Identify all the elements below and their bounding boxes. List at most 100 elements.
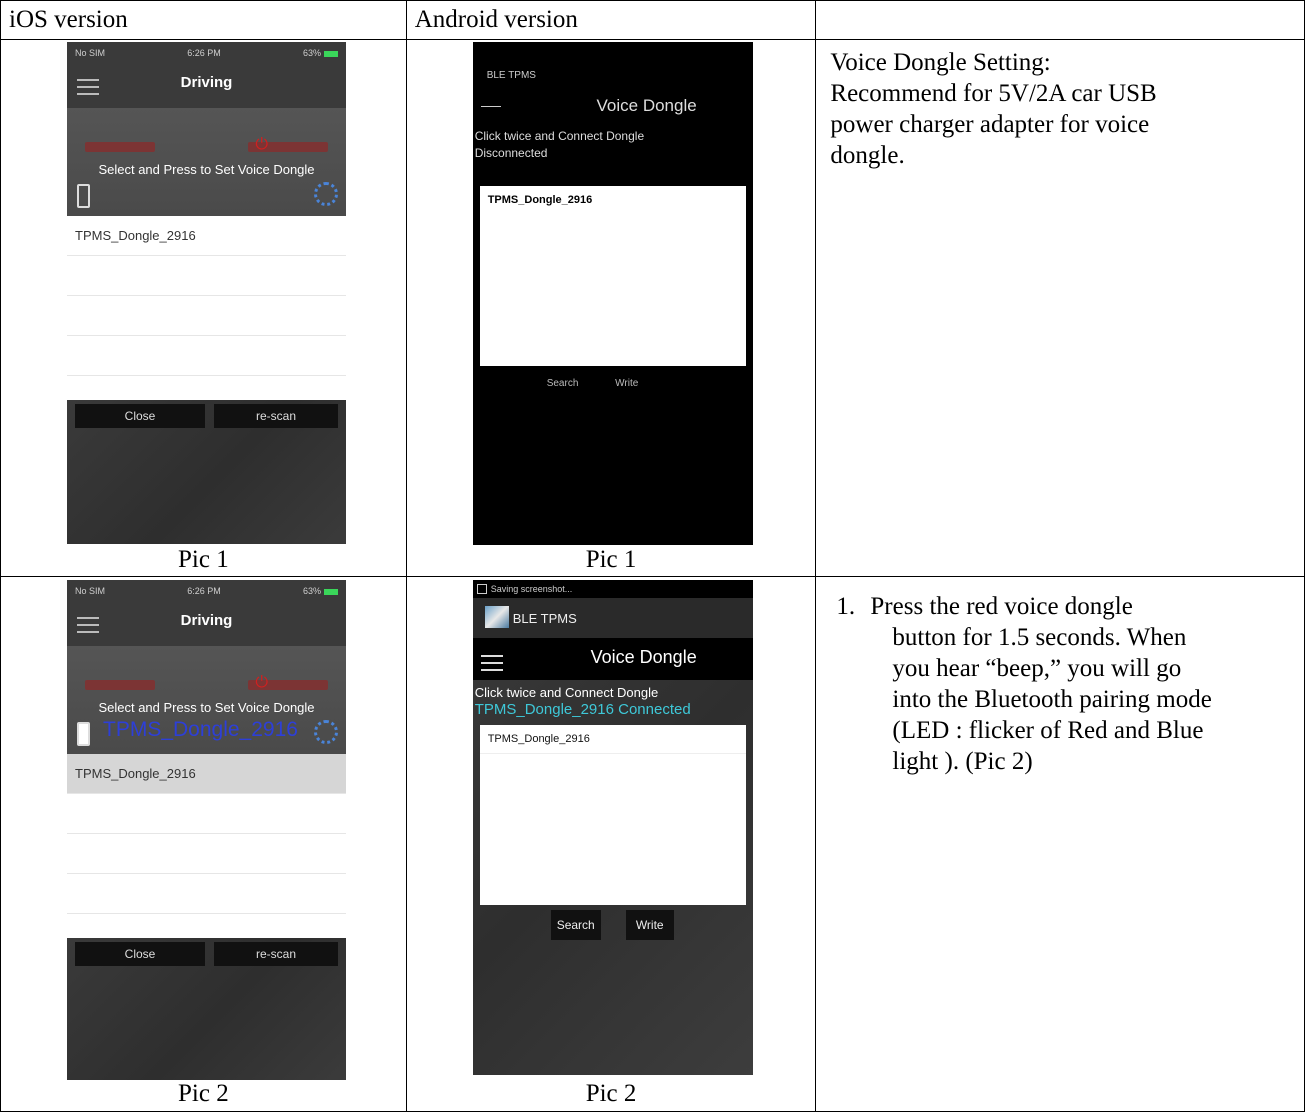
nav-bar: Driving [67, 64, 346, 108]
red-indicator-left [85, 142, 155, 152]
device-list: TPMS_Dongle_2916 [67, 754, 346, 938]
header-android: Android version [405, 0, 817, 40]
list-item-empty [67, 336, 346, 376]
select-dongle-text: Select and Press to Set Voice Dongle [98, 162, 315, 177]
voice-setting-text: Voice Dongle Setting: Recommend for 5V/2… [830, 47, 1156, 171]
caption-android-pic2: Pic 2 [585, 1080, 637, 1107]
connection-status: TPMS_Dongle_2916 Connected [474, 701, 691, 718]
instruction-text: Click twice and Connect Dongle [474, 129, 645, 143]
ios-screenshot-1: No SIM 6:26 PM 63% Driving ⏻ Select and … [67, 42, 346, 544]
step-1: 1. Press the red voice dongle button for… [836, 591, 1305, 777]
list-item-empty [67, 794, 346, 834]
nav-title: Driving [180, 74, 233, 91]
caption-ios-pic1: Pic 1 [178, 546, 229, 573]
cell-step1: 1. Press the red voice dongle button for… [815, 576, 1305, 1112]
step-text: Press the red voice dongle button for 1.… [836, 591, 1305, 777]
carrier-text: No SIM [75, 48, 106, 58]
voice-setting-line: power charger adapter for voice [830, 111, 1150, 138]
cell-android-pic2: Saving screenshot... BLE TPMS Voice Dong… [405, 576, 817, 1112]
time-text: 6:26 PM [187, 586, 221, 596]
list-item[interactable]: TPMS_Dongle_2916 [479, 725, 746, 754]
step-line: you hear “beep,” you will go [892, 655, 1182, 682]
usb-dongle-icon [77, 184, 90, 208]
list-item-empty [67, 874, 346, 914]
header-blank [815, 0, 1305, 40]
list-item-empty [67, 296, 346, 336]
voice-setting-line: Recommend for 5V/2A car USB [830, 80, 1157, 107]
screen-title: Voice Dongle [590, 647, 697, 667]
step-number: 1. [836, 593, 856, 620]
instruction-table: iOS version Android version No SIM 6:26 … [0, 0, 1305, 1112]
red-indicator-left [85, 680, 155, 690]
step-line: light ). (Pic 2) [892, 748, 1033, 775]
dongle-band: ⏻ Select and Press to Set Voice Dongle T… [67, 646, 346, 754]
dongle-band: ⏻ Select and Press to Set Voice Dongle [67, 108, 346, 216]
voice-setting-line: dongle. [830, 142, 905, 169]
nav-bar: Driving [67, 602, 346, 646]
usb-dongle-icon [77, 722, 90, 746]
notification-bar: Saving screenshot... [472, 580, 753, 598]
instruction-text: Click twice and Connect Dongle [474, 685, 659, 700]
app-bar: BLE TPMS [472, 598, 753, 638]
battery-icon [324, 50, 338, 57]
connected-dongle-name: TPMS_Dongle_2916 [103, 718, 298, 741]
bottom-area: Close re-scan [67, 400, 346, 544]
cell-voice-setting: Voice Dongle Setting: Recommend for 5V/2… [815, 39, 1305, 577]
status-bar: BLE TPMS [473, 42, 753, 88]
step-line: (LED : flicker of Red and Blue [892, 717, 1204, 744]
battery-icon [324, 588, 338, 595]
android-screenshot-2: Saving screenshot... BLE TPMS Voice Dong… [472, 580, 753, 1075]
cell-android-pic1: BLE TPMS Voice Dongle Click twice and Co… [405, 39, 817, 577]
select-dongle-text: Select and Press to Set Voice Dongle [98, 700, 315, 715]
write-button[interactable]: Write [615, 378, 638, 389]
search-button[interactable]: Search [550, 910, 601, 940]
list-item[interactable]: TPMS_Dongle_2916 [480, 186, 746, 214]
app-logo [484, 606, 509, 628]
device-list: TPMS_Dongle_2916 [67, 216, 346, 400]
button-row: Search Write [547, 378, 639, 389]
step-line: Press the red voice dongle [870, 593, 1133, 620]
rescan-button[interactable]: re-scan [214, 942, 338, 966]
power-icon: ⏻ [255, 136, 268, 153]
write-button[interactable]: Write [625, 910, 674, 940]
battery-indicator: 63% [303, 586, 338, 596]
carrier-text: No SIM [75, 586, 106, 596]
screen-title: Voice Dongle [596, 96, 697, 115]
app-label: BLE TPMS [512, 611, 577, 626]
rescan-button[interactable]: re-scan [214, 404, 338, 428]
list-item-selected[interactable]: TPMS_Dongle_2916 [67, 754, 346, 794]
device-list: TPMS_Dongle_2916 [479, 725, 746, 905]
hamburger-menu-icon[interactable] [480, 650, 503, 676]
title-bar: Voice Dongle [473, 88, 753, 128]
list-item-empty [67, 256, 346, 296]
voice-setting-title: Voice Dongle Setting: [830, 49, 1051, 76]
cell-ios-pic1: No SIM 6:26 PM 63% Driving ⏻ Select and … [0, 39, 407, 577]
list-item-empty [67, 834, 346, 874]
nav-title: Driving [180, 612, 233, 629]
ios-screenshot-2: No SIM 6:26 PM 63% Driving ⏻ Select and … [67, 580, 346, 1080]
bottom-area: Close re-scan [67, 938, 346, 1080]
loading-spinner-icon [314, 720, 338, 744]
list-item[interactable]: TPMS_Dongle_2916 [67, 216, 346, 256]
android-screenshot-1: BLE TPMS Voice Dongle Click twice and Co… [472, 42, 753, 545]
header-ios: iOS version [0, 0, 407, 40]
screenshot-icon [476, 584, 487, 594]
power-icon: ⏻ [255, 674, 268, 691]
cell-ios-pic2: No SIM 6:26 PM 63% Driving ⏻ Select and … [0, 576, 407, 1112]
caption-ios-pic2: Pic 2 [178, 1080, 229, 1107]
time-text: 6:26 PM [187, 48, 221, 58]
step-line: button for 1.5 seconds. When [892, 624, 1187, 651]
step-line: into the Bluetooth pairing mode [892, 686, 1212, 713]
status-bar: No SIM 6:26 PM 63% [67, 580, 346, 602]
caption-android-pic1: Pic 1 [585, 546, 637, 573]
menu-icon[interactable] [480, 106, 501, 107]
loading-spinner-icon [314, 182, 338, 206]
close-button[interactable]: Close [75, 404, 205, 428]
status-bar: No SIM 6:26 PM 63% [67, 42, 346, 64]
connection-status: Disconnected [474, 146, 548, 160]
search-button[interactable]: Search [547, 378, 579, 389]
battery-indicator: 63% [303, 48, 338, 58]
close-button[interactable]: Close [75, 942, 205, 966]
app-label: BLE TPMS [486, 70, 536, 81]
title-bar: Voice Dongle [472, 638, 753, 680]
